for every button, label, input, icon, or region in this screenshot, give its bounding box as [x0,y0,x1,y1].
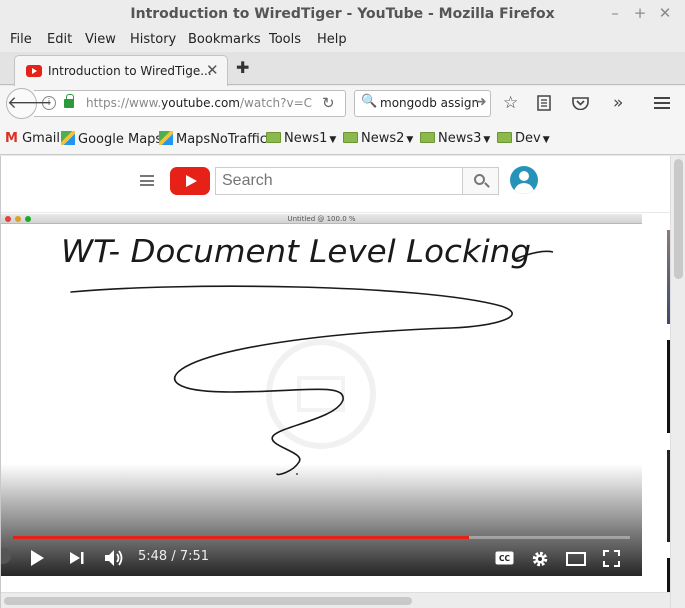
menu-history[interactable]: History [130,32,176,47]
url-bar[interactable]: i https://www.youtube.com/watch?v=C ↻ [34,90,346,117]
folder-icon [497,132,512,143]
bookmark-gmail[interactable]: M Gmail [5,131,60,146]
youtube-header [1,156,670,213]
search-engine-icon[interactable]: 🔍 [361,94,377,109]
bookmark-folder-news2[interactable]: News2 ▼ [343,131,413,146]
bookmark-maps-no-traffic[interactable]: MapsNoTraffic [159,131,267,147]
maps-icon [159,131,173,145]
hamburger-menu-icon[interactable] [654,96,670,110]
bookmark-google-maps[interactable]: Google Maps [61,131,162,147]
url-text[interactable]: https://www.youtube.com/watch?v=C [86,96,312,110]
overflow-chevron-icon[interactable]: » [613,93,623,113]
minimize-button[interactable]: – [606,4,624,22]
menu-file[interactable]: File [10,32,32,47]
menu-help[interactable]: Help [317,32,347,47]
youtube-search-input[interactable] [215,167,463,195]
search-bar-text[interactable]: mongodb assign [380,96,479,110]
horizontal-scroll-thumb[interactable] [4,597,412,605]
bookmarks-toolbar: M Gmail Google Maps MapsNoTraffic News1 ▼… [0,122,685,155]
time-display: 5:48 / 7:51 [138,549,210,564]
watermark-square [297,376,345,412]
back-button[interactable]: 🡐 [6,88,53,119]
recommendations-sidebar [652,214,671,594]
menu-view[interactable]: View [85,32,116,47]
tab-close-icon[interactable]: ✕ [206,61,219,79]
menu-tools[interactable]: Tools [269,32,301,47]
folder-icon [266,132,281,143]
tab-strip: Introduction to WiredTige... ✕ ✚ [0,52,685,86]
window-title: Introduction to WiredTiger - YouTube - M… [130,6,555,22]
lock-icon[interactable] [64,94,74,108]
dropdown-caret-icon: ▼ [542,135,550,145]
bookmark-folder-news3[interactable]: News3 ▼ [420,131,490,146]
dropdown-caret-icon: ▼ [329,135,337,145]
menu-bar: File Edit View History Bookmarks Tools H… [0,29,685,52]
volume-icon[interactable] [104,549,124,567]
page-content: Untitled @ 100.0 % WT- Document Level Lo… [0,156,685,608]
maps-icon [61,131,75,145]
guide-menu-icon[interactable] [140,175,154,186]
dropdown-caret-icon: ▼ [406,135,414,145]
dropdown-caret-icon: ▼ [483,135,491,145]
vertical-scrollbar[interactable] [670,156,685,608]
window-titlebar: Introduction to WiredTiger - YouTube - M… [0,0,685,29]
pocket-icon[interactable] [572,96,589,110]
account-avatar[interactable] [510,166,538,194]
progress-bar[interactable] [13,536,630,539]
navigation-toolbar: i https://www.youtube.com/watch?v=C ↻ 🡐 … [0,86,685,122]
handwritten-title: WT- Document Level Locking [61,234,531,270]
folder-icon [420,132,435,143]
bookmark-folder-news1[interactable]: News1 ▼ [266,131,336,146]
reading-list-icon[interactable] [537,95,551,111]
youtube-search-button[interactable] [462,167,499,195]
youtube-favicon-icon [26,65,42,77]
progress-fill [13,536,469,539]
captions-icon[interactable]: CC [495,551,514,565]
gmail-icon: M [5,131,18,146]
close-window-button[interactable]: ✕ [656,4,674,22]
new-tab-icon[interactable]: ✚ [236,58,249,77]
scribble-stroke [70,285,513,476]
tab-label: Introduction to WiredTige... [48,64,212,78]
settings-gear-icon[interactable] [531,550,549,568]
theater-mode-icon[interactable] [566,552,586,566]
reload-icon[interactable]: ↻ [322,94,335,112]
menu-bookmarks[interactable]: Bookmarks [188,32,261,47]
play-icon[interactable] [30,549,45,567]
bookmark-folder-dev[interactable]: Dev ▼ [497,131,550,146]
video-player[interactable]: Untitled @ 100.0 % WT- Document Level Lo… [1,214,642,576]
folder-icon [343,132,358,143]
fullscreen-icon[interactable] [603,550,620,567]
menu-edit[interactable]: Edit [47,32,72,47]
bookmark-star-icon[interactable]: ☆ [503,93,518,113]
tab-youtube[interactable]: Introduction to WiredTige... ✕ [14,55,228,86]
next-icon[interactable] [69,551,85,565]
search-go-icon[interactable]: ➜ [475,94,487,110]
vertical-scroll-thumb[interactable] [674,159,683,279]
youtube-logo[interactable] [170,167,210,195]
svg-text:CC: CC [499,554,511,563]
search-bar[interactable]: 🔍 mongodb assign ➜ [354,90,491,117]
maximize-button[interactable]: + [631,4,649,22]
horizontal-scrollbar[interactable] [1,592,670,608]
